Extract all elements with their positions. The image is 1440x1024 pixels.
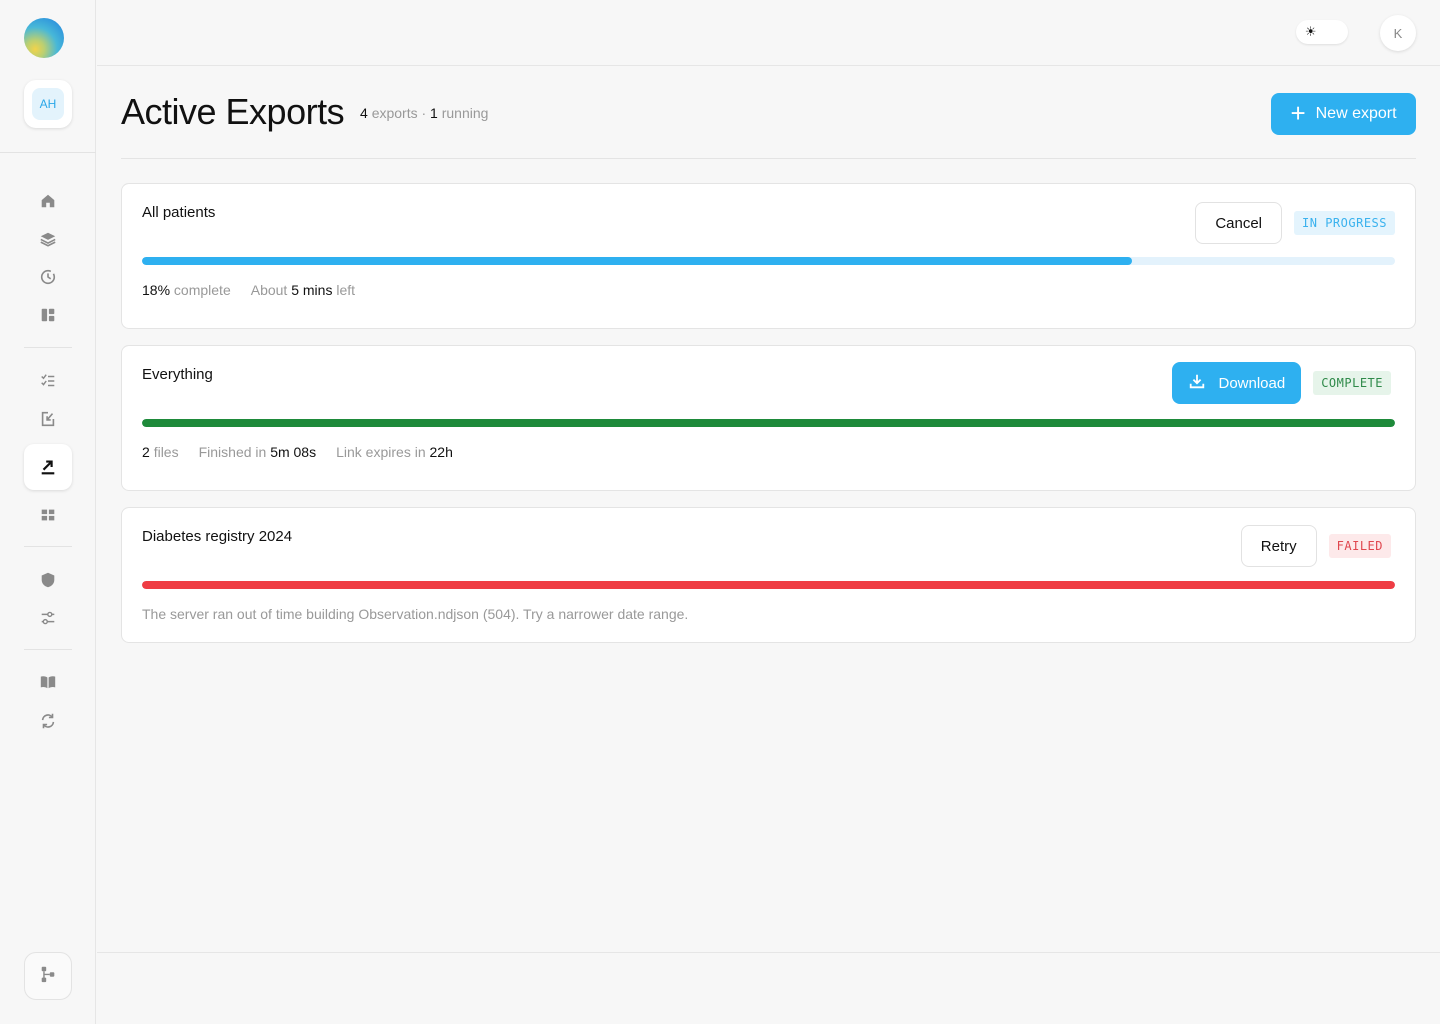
files-label: files bbox=[153, 444, 179, 460]
plus-icon: + bbox=[1290, 97, 1306, 128]
progress-bar-fill bbox=[142, 581, 1395, 589]
error-message: The server ran out of time building Obse… bbox=[142, 606, 689, 622]
checklist-icon[interactable] bbox=[24, 365, 72, 397]
export-name: All patients bbox=[142, 204, 216, 221]
progress-bar bbox=[142, 419, 1395, 427]
export-icon[interactable] bbox=[24, 444, 72, 490]
dashboard-icon[interactable] bbox=[24, 299, 72, 331]
expires-value: 22h bbox=[429, 444, 453, 460]
status-badge: IN PROGRESS bbox=[1294, 211, 1395, 235]
progress-bar bbox=[142, 581, 1395, 589]
grid-icon[interactable] bbox=[24, 499, 72, 531]
progress-text: 18% complete bbox=[142, 282, 231, 298]
progress-bar bbox=[142, 257, 1395, 265]
status-badge: COMPLETE bbox=[1313, 371, 1391, 395]
expiry-text: Link expires in 22h bbox=[336, 444, 453, 460]
sidebar-divider bbox=[24, 347, 72, 348]
sidebar: AH bbox=[0, 0, 96, 1024]
export-card: All patients Cancel IN PROGRESS 18% comp… bbox=[121, 183, 1416, 329]
new-export-label: New export bbox=[1315, 105, 1397, 122]
files-count: 2 bbox=[142, 444, 150, 460]
progress-bar-fill bbox=[142, 419, 1395, 427]
hierarchy-button[interactable] bbox=[24, 952, 72, 1000]
page-summary: 4 exports · 1 running bbox=[360, 105, 488, 121]
workspace-initials: AH bbox=[32, 88, 64, 120]
progress-label: complete bbox=[173, 282, 231, 298]
layers-icon[interactable] bbox=[24, 223, 72, 255]
duration-text: Finished in 5m 08s bbox=[199, 444, 317, 460]
theme-toggle[interactable]: ☀ bbox=[1296, 20, 1348, 44]
history-icon[interactable] bbox=[24, 261, 72, 293]
download-label: Download bbox=[1218, 374, 1286, 392]
import-icon[interactable] bbox=[24, 403, 72, 435]
home-icon[interactable] bbox=[24, 185, 72, 217]
user-avatar[interactable]: K bbox=[1380, 15, 1416, 51]
app-logo[interactable] bbox=[24, 18, 64, 58]
sliders-icon[interactable] bbox=[24, 602, 72, 634]
status-badge: FAILED bbox=[1328, 534, 1391, 558]
files-text: 2 files bbox=[142, 444, 179, 460]
finished-value: 5m 08s bbox=[270, 444, 317, 460]
running-label: running bbox=[441, 105, 489, 121]
export-count: 4 bbox=[360, 105, 368, 121]
expires-label: Link expires in bbox=[336, 444, 426, 460]
shield-icon[interactable] bbox=[24, 564, 72, 596]
download-icon bbox=[1188, 372, 1206, 394]
export-meta: 2 files Finished in 5m 08s Link expires … bbox=[142, 444, 453, 460]
sidebar-divider bbox=[0, 152, 96, 153]
exports-label: exports · bbox=[371, 105, 427, 121]
running-count: 1 bbox=[430, 105, 438, 121]
eta-suffix: left bbox=[336, 282, 356, 298]
sun-icon[interactable]: ☀ bbox=[1305, 24, 1317, 40]
eta-text: About 5 mins left bbox=[251, 282, 355, 298]
progress-percent: 18% bbox=[142, 282, 171, 298]
workspace-switcher[interactable]: AH bbox=[24, 80, 72, 128]
footer-divider bbox=[97, 952, 1440, 953]
finished-label: Finished in bbox=[198, 444, 267, 460]
eta-prefix: About bbox=[250, 282, 288, 298]
hierarchy-icon bbox=[39, 965, 57, 988]
title-divider bbox=[121, 158, 1416, 159]
sidebar-divider bbox=[24, 546, 72, 547]
export-meta: 18% complete About 5 mins left bbox=[142, 282, 355, 298]
export-name: Everything bbox=[142, 366, 213, 383]
cancel-button[interactable]: Cancel bbox=[1195, 202, 1283, 244]
export-card: Everything Download COMPLETE 2 files Fin… bbox=[121, 345, 1416, 491]
sync-icon[interactable] bbox=[24, 705, 72, 737]
retry-button[interactable]: Retry bbox=[1240, 525, 1317, 567]
page-title: Active Exports bbox=[121, 91, 345, 132]
sidebar-divider bbox=[24, 649, 72, 650]
topbar: ☀ K bbox=[97, 0, 1440, 66]
new-export-button[interactable]: + New export bbox=[1271, 93, 1416, 135]
download-button[interactable]: Download bbox=[1172, 362, 1302, 404]
book-icon[interactable] bbox=[24, 666, 72, 698]
export-card: Diabetes registry 2024 Retry FAILED The … bbox=[121, 507, 1416, 643]
progress-bar-fill bbox=[142, 257, 1132, 265]
export-name: Diabetes registry 2024 bbox=[142, 528, 293, 545]
eta-value: 5 mins bbox=[291, 282, 333, 298]
moon-icon[interactable] bbox=[1326, 24, 1339, 40]
